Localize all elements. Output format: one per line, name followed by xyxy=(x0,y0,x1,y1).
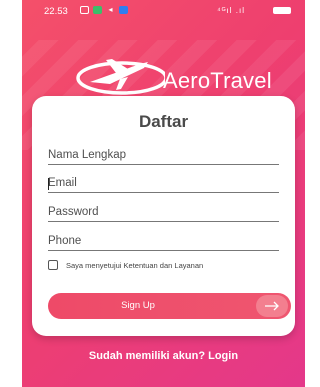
app-screen: 22.53 ◂ ⁴ᴳıl .ıl AeroTravel Daftar Nama … xyxy=(22,0,305,387)
airplane-logo-icon xyxy=(76,59,165,95)
message-icon xyxy=(80,6,89,14)
notification-icons: ◂ xyxy=(80,6,128,14)
arrow-right-icon xyxy=(256,295,288,317)
signup-button[interactable]: Sign Up xyxy=(48,293,291,319)
status-time: 22.53 xyxy=(44,6,68,17)
logo-text: AeroTravel xyxy=(163,68,272,93)
text-cursor xyxy=(48,178,49,190)
app-logo: AeroTravel xyxy=(70,52,280,98)
signup-button-label: Sign Up xyxy=(121,300,155,311)
field-underline xyxy=(48,250,279,251)
password-field[interactable]: Password xyxy=(48,206,279,222)
phone-field[interactable]: Phone xyxy=(48,235,279,251)
phone-placeholder: Phone xyxy=(48,235,82,247)
signal-icon: ⁴ᴳıl .ıl xyxy=(217,6,245,15)
full-name-field[interactable]: Nama Lengkap xyxy=(48,149,279,165)
full-name-placeholder: Nama Lengkap xyxy=(48,149,126,161)
page-title: Daftar xyxy=(138,112,189,131)
chat-app-icon xyxy=(93,6,102,14)
terms-checkbox[interactable] xyxy=(48,260,58,270)
app-notification-icon xyxy=(119,6,128,14)
send-icon: ◂ xyxy=(108,5,113,14)
email-placeholder: Email xyxy=(48,177,77,189)
field-underline xyxy=(48,164,279,165)
field-underline xyxy=(48,221,279,222)
terms-row: Saya menyetujui Ketentuan dan Layanan xyxy=(48,260,203,270)
status-bar: 22.53 ◂ ⁴ᴳıl .ıl xyxy=(22,0,305,22)
field-underline xyxy=(48,192,279,193)
signup-card: Daftar Nama Lengkap Email Password Phone… xyxy=(32,96,295,336)
password-placeholder: Password xyxy=(48,206,99,218)
email-field[interactable]: Email xyxy=(48,177,279,193)
terms-label: Saya menyetujui Ketentuan dan Layanan xyxy=(66,260,204,270)
battery-icon xyxy=(273,7,291,14)
login-link[interactable]: Sudah memiliki akun? Login xyxy=(22,350,305,362)
